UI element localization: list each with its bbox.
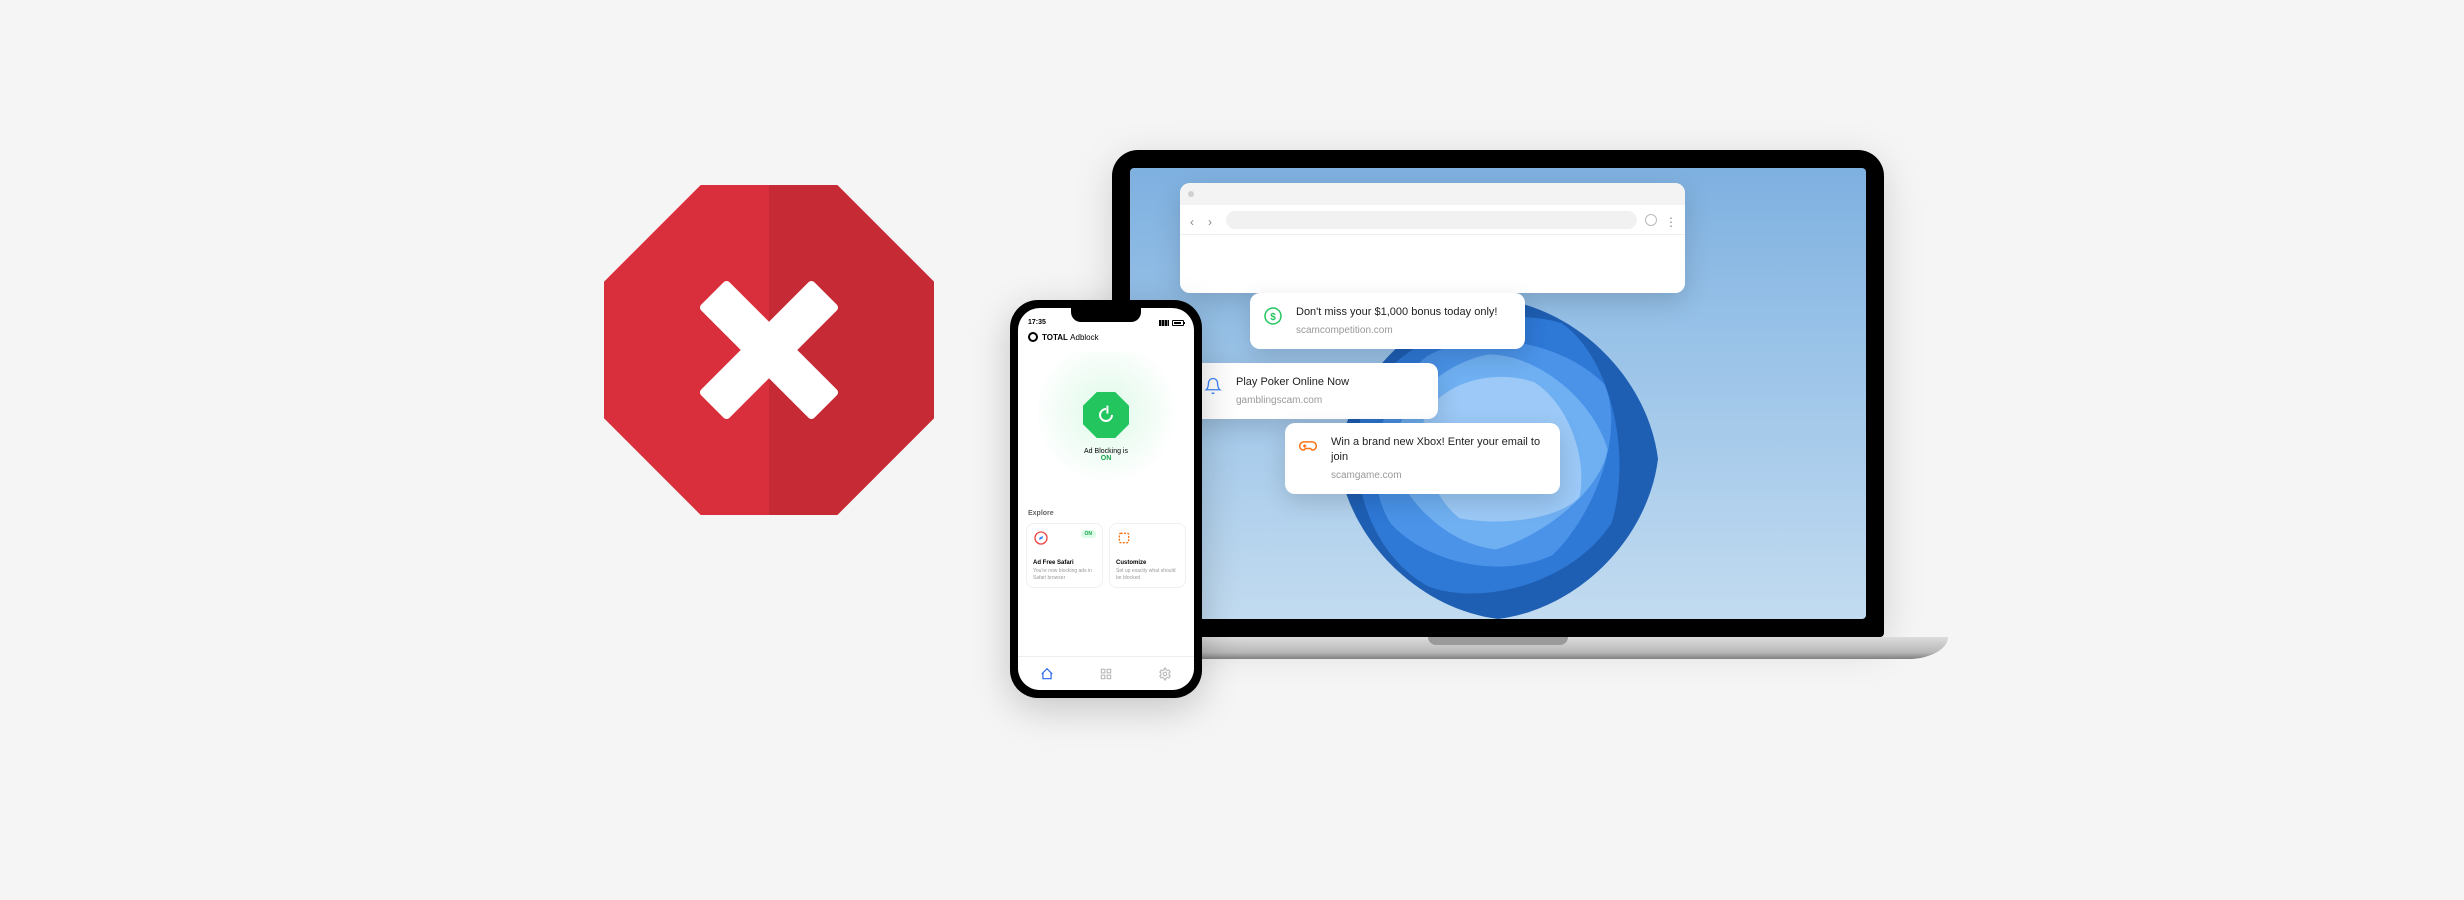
stop-sign-icon	[604, 185, 934, 515]
phone-mockup: 17:35 TOTAL Adblock Ad Blocking is ON Ex…	[1010, 300, 1202, 698]
tabbar	[1018, 656, 1194, 690]
svg-text:$: $	[1270, 312, 1276, 323]
popup-title: Win a brand new Xbox! Enter your email t…	[1331, 435, 1544, 465]
phone-notch	[1071, 308, 1141, 322]
laptop-screen: ‹ › ⋮ $ Don't miss your $1,000 bonus tod…	[1130, 168, 1866, 619]
game-controller-icon	[1297, 435, 1319, 457]
bell-icon	[1202, 375, 1224, 397]
adblock-status-panel: Ad Blocking is ON	[1026, 352, 1186, 502]
popup-domain: scamgame.com	[1331, 469, 1544, 483]
dollar-icon: $	[1262, 305, 1284, 327]
app-brand: TOTAL Adblock	[1042, 333, 1099, 342]
app-logo-icon	[1028, 332, 1038, 342]
ad-popup-bonus: $ Don't miss your $1,000 bonus today onl…	[1250, 293, 1525, 349]
url-bar	[1226, 211, 1637, 229]
card-badge: ON	[1081, 530, 1097, 538]
ad-popup-poker: Play Poker Online Now gamblingscam.com	[1190, 363, 1438, 419]
popup-domain: gamblingscam.com	[1236, 394, 1422, 408]
compass-icon	[1033, 530, 1049, 546]
back-icon: ‹	[1190, 215, 1200, 225]
laptop-mockup: ‹ › ⋮ $ Don't miss your $1,000 bonus tod…	[1112, 150, 1884, 659]
tab-settings[interactable]	[1158, 667, 1172, 681]
signal-icon	[1159, 320, 1169, 326]
menu-icon: ⋮	[1665, 215, 1675, 225]
browser-tabs	[1180, 183, 1685, 205]
customize-icon	[1116, 530, 1132, 546]
popup-domain: scamcompetition.com	[1296, 324, 1509, 338]
power-icon	[1096, 405, 1116, 425]
card-desc: Set up exactly what should be blocked	[1116, 568, 1179, 581]
explore-heading: Explore	[1018, 508, 1194, 519]
browser-window: ‹ › ⋮	[1180, 183, 1685, 293]
power-toggle-button[interactable]	[1083, 392, 1129, 438]
card-ad-free-safari[interactable]: ON Ad Free Safari You're now blocking ad…	[1026, 523, 1103, 588]
tab-grid[interactable]	[1099, 667, 1113, 681]
blocking-label: Ad Blocking is	[1084, 448, 1128, 455]
tab-home[interactable]	[1040, 667, 1054, 681]
app-header: TOTAL Adblock	[1018, 328, 1194, 346]
profile-icon	[1645, 214, 1657, 226]
status-time: 17:35	[1028, 319, 1046, 326]
card-desc: You're now blocking ads in Safari browse…	[1033, 568, 1096, 581]
blocking-state: ON	[1084, 455, 1128, 462]
battery-icon	[1172, 320, 1184, 326]
popup-title: Don't miss your $1,000 bonus today only!	[1296, 305, 1509, 320]
forward-icon: ›	[1208, 215, 1218, 225]
card-title: Ad Free Safari	[1033, 560, 1096, 566]
browser-toolbar: ‹ › ⋮	[1180, 205, 1685, 235]
card-customize[interactable]: Customize Set up exactly what should be …	[1109, 523, 1186, 588]
card-title: Customize	[1116, 560, 1179, 566]
ad-popup-xbox: Win a brand new Xbox! Enter your email t…	[1285, 423, 1560, 494]
popup-title: Play Poker Online Now	[1236, 375, 1422, 390]
